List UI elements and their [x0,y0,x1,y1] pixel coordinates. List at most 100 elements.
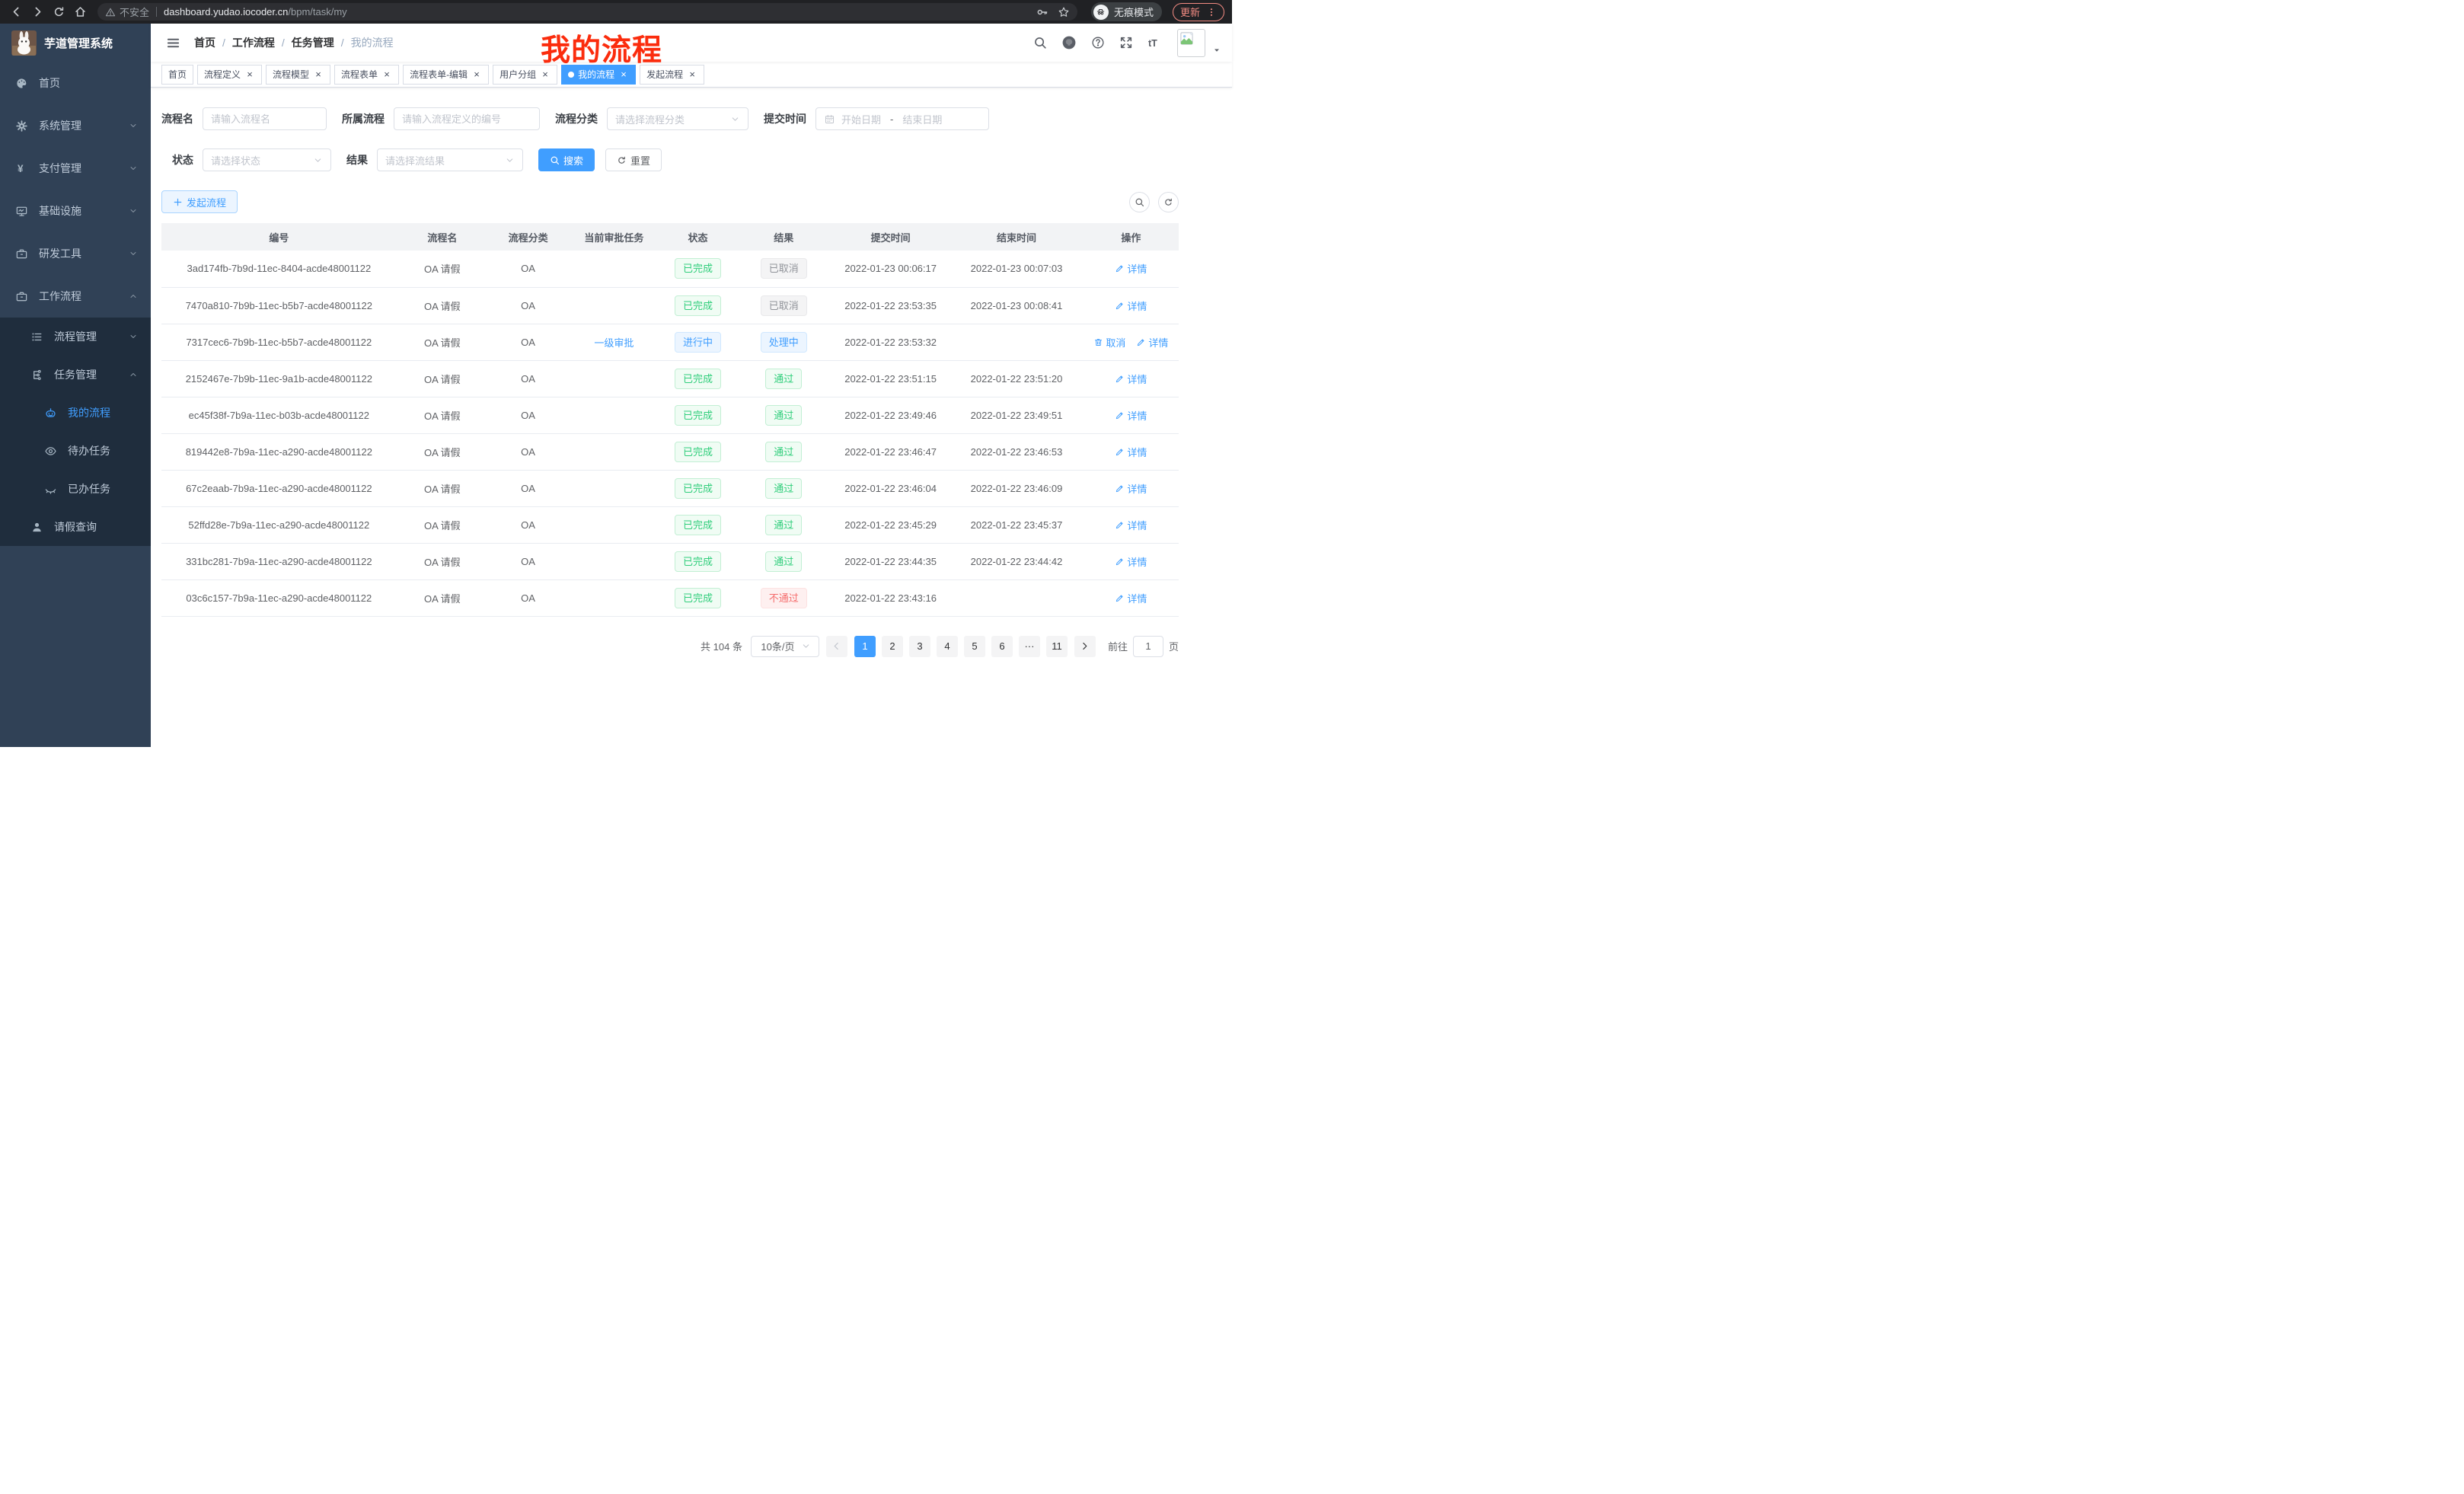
tab-process-form[interactable]: 流程表单× [334,65,399,85]
process-name-input[interactable] [203,107,327,130]
refresh-button[interactable] [1158,192,1179,212]
cell-actions: 详情 [1084,470,1179,506]
sidebar-item-payment[interactable]: ¥支付管理 [0,147,151,190]
tab-user-group[interactable]: 用户分组× [493,65,557,85]
page-button-11[interactable]: 11 [1046,636,1068,657]
browser-update-button[interactable]: 更新 [1173,3,1224,21]
goto-page-input[interactable]: 1 [1133,636,1163,657]
page-button-2[interactable]: 2 [882,636,903,657]
github-icon[interactable] [1061,35,1077,50]
tab-home[interactable]: 首页 [161,65,193,85]
breadcrumb-item[interactable]: 工作流程 [232,35,275,50]
avatar [1177,29,1205,57]
breadcrumb-item[interactable]: 任务管理 [292,35,334,50]
sidebar-item-done-tasks[interactable]: 已办任务 [0,470,151,508]
bookmark-star-icon[interactable] [1058,6,1070,18]
sidebar-item-task-mgmt[interactable]: 任务管理 [0,356,151,394]
detail-action[interactable]: 详情 [1136,335,1168,350]
close-icon[interactable]: × [618,69,629,80]
sidebar-item-leave-query[interactable]: 请假查询 [0,508,151,546]
tab-process-form-edit[interactable]: 流程表单-编辑× [403,65,489,85]
next-page-button[interactable] [1074,636,1096,657]
cell-actions: 取消详情 [1084,324,1179,360]
search-icon[interactable] [1033,36,1047,49]
sidebar-item-system[interactable]: 系统管理 [0,104,151,147]
parent-process-input[interactable] [394,107,540,130]
browser-forward-icon[interactable] [29,4,46,21]
monitor-icon [15,205,28,218]
robot-icon [44,407,57,420]
close-icon[interactable]: × [244,69,255,80]
address-bar[interactable]: 不安全 dashboard.yudao.iocoder.cn /bpm/task… [97,3,1077,21]
sidebar-item-devtools[interactable]: 研发工具 [0,232,151,275]
status-select[interactable]: 请选择状态 [203,148,331,171]
detail-action[interactable]: 详情 [1115,591,1147,605]
sidebar-item-process-mgmt[interactable]: 流程管理 [0,318,151,356]
detail-action[interactable]: 详情 [1115,518,1147,532]
help-icon[interactable] [1091,36,1105,49]
tab-start-process[interactable]: 发起流程× [640,65,704,85]
page-button-6[interactable]: 6 [991,636,1013,657]
update-label: 更新 [1180,5,1200,19]
detail-action[interactable]: 详情 [1115,445,1147,459]
font-size-icon[interactable]: tT [1147,35,1163,50]
sidebar-item-workflow[interactable]: 工作流程 [0,275,151,318]
sidebar-item-todo-tasks[interactable]: 待办任务 [0,432,151,470]
sidebar-item-label: 系统管理 [39,118,81,133]
detail-action[interactable]: 详情 [1115,372,1147,386]
result-badge: 已取消 [761,258,807,279]
page-button-4[interactable]: 4 [937,636,958,657]
sidebar-item-home[interactable]: 首页 [0,62,151,104]
app-logo[interactable]: 芋道管理系统 [0,24,151,62]
close-icon[interactable]: × [687,69,697,80]
close-icon[interactable]: × [471,69,482,80]
tab-process-model[interactable]: 流程模型× [266,65,330,85]
close-icon[interactable]: × [313,69,324,80]
sidebar-item-my-process[interactable]: 我的流程 [0,394,151,432]
submit-time-range-picker[interactable]: 开始日期 - 结束日期 [815,107,989,130]
search-button[interactable]: 搜索 [538,148,595,171]
detail-action[interactable]: 详情 [1115,408,1147,423]
cell-result: 处理中 [736,324,831,360]
cancel-action[interactable]: 取消 [1093,335,1125,350]
browser-reload-icon[interactable] [50,4,67,21]
close-icon[interactable]: × [381,69,392,80]
page-button-5[interactable]: 5 [964,636,985,657]
detail-action[interactable]: 详情 [1115,298,1147,313]
hamburger-icon[interactable] [161,36,185,50]
user-menu[interactable] [1177,29,1221,57]
cell-category: OA [488,360,568,397]
detail-action[interactable]: 详情 [1115,554,1147,569]
edit-icon [1115,447,1125,457]
detail-action[interactable]: 详情 [1115,261,1147,276]
close-icon[interactable]: × [540,69,551,80]
page-button-1[interactable]: 1 [854,636,876,657]
chevron-up-icon [129,370,138,379]
result-select[interactable]: 请选择流结果 [377,148,523,171]
browser-back-icon[interactable] [8,4,24,21]
detail-action[interactable]: 详情 [1115,481,1147,496]
table-row: 2152467e-7b9b-11ec-9a1b-acde48001122OA 请… [161,360,1179,397]
fullscreen-icon[interactable] [1119,36,1133,49]
chevron-down-icon [129,249,138,258]
result-badge: 通过 [765,515,802,535]
show-search-button[interactable] [1129,192,1150,212]
sidebar-item-infra[interactable]: 基础设施 [0,190,151,232]
page-size-select[interactable]: 10条/页 [751,636,819,657]
breadcrumb-item[interactable]: 首页 [194,35,215,50]
task-link[interactable]: 一级审批 [594,337,634,349]
browser-home-icon[interactable] [72,4,88,21]
table-row: 03c6c157-7b9a-11ec-a290-acde48001122OA 请… [161,579,1179,616]
goto-label: 前往 [1108,639,1128,653]
page-more-button[interactable]: ··· [1019,636,1040,657]
prev-page-button[interactable] [826,636,847,657]
create-process-button[interactable]: 发起流程 [161,190,238,213]
browser-menu-icon[interactable] [1206,7,1217,18]
tab-my-process[interactable]: 我的流程× [561,65,636,85]
page-button-3[interactable]: 3 [909,636,930,657]
category-select[interactable]: 请选择流程分类 [607,107,748,130]
gear-icon [15,120,28,132]
tab-process-def[interactable]: 流程定义× [197,65,262,85]
reset-button[interactable]: 重置 [605,148,662,171]
key-icon[interactable] [1036,6,1048,18]
